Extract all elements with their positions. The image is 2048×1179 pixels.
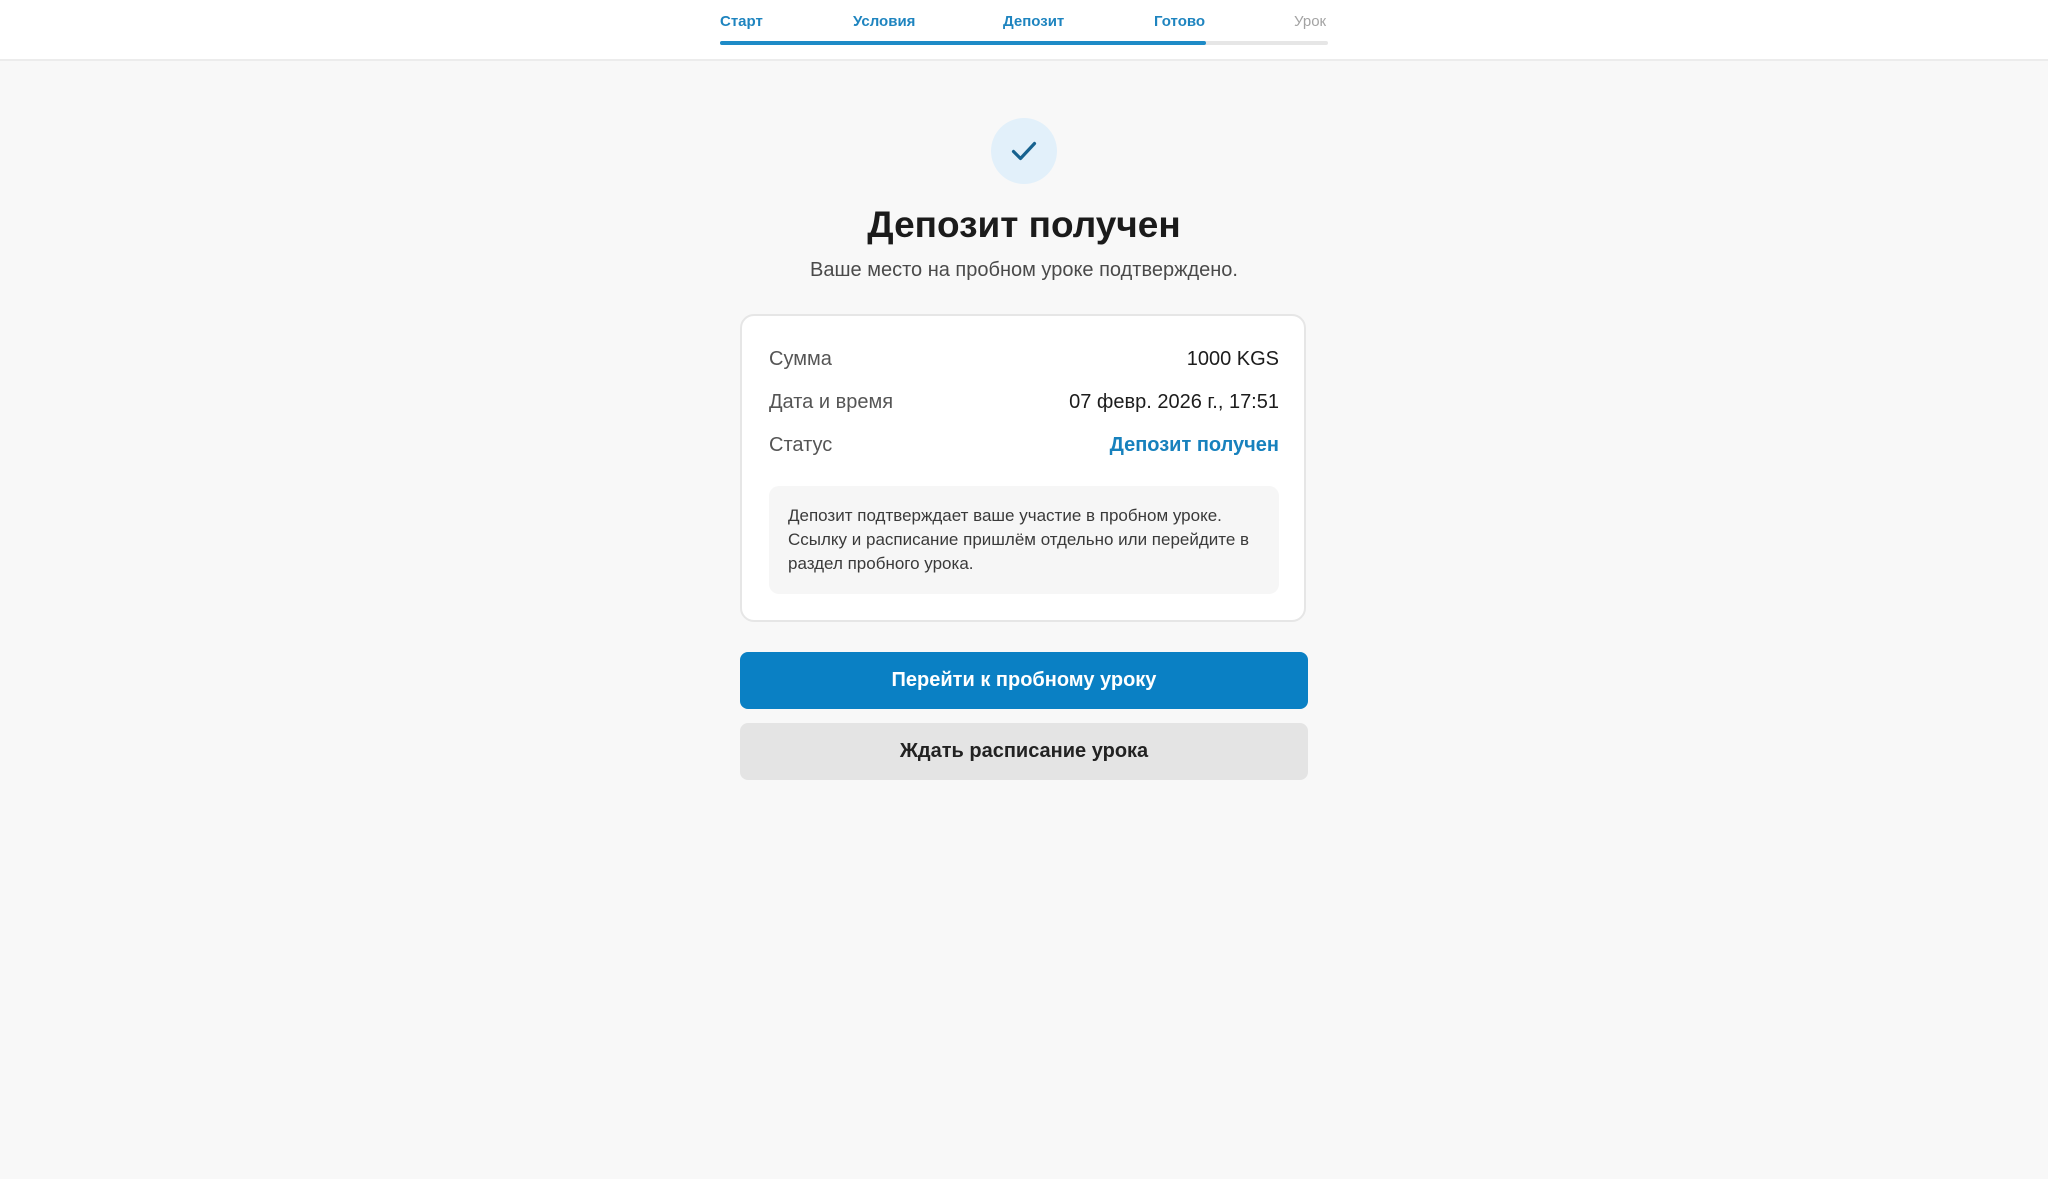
wait-schedule-button[interactable]: Ждать расписание урока: [740, 723, 1308, 780]
datetime-value: 07 февр. 2026 г., 17:51: [1069, 391, 1279, 413]
progress-header: Старт Условия Депозит Готово Урок: [0, 0, 2048, 61]
progress-fill: [720, 41, 1207, 45]
status-value: Депозит получен: [1109, 434, 1279, 456]
step-deposit: Депозит: [1003, 13, 1065, 30]
step-start: Старт: [720, 13, 763, 30]
step-done: Готово: [1154, 13, 1206, 30]
success-badge: [991, 118, 1057, 184]
status-label: Статус: [769, 434, 833, 456]
detail-row-amount: Сумма 1000 KGS: [769, 345, 1279, 373]
detail-row-status: Статус Депозит получен: [769, 431, 1279, 459]
info-note: Депозит подтверждает ваше участие в проб…: [769, 486, 1279, 594]
detail-row-datetime: Дата и время 07 февр. 2026 г., 17:51: [769, 388, 1279, 416]
deposit-details-card: Сумма 1000 KGS Дата и время 07 февр. 202…: [740, 314, 1306, 622]
amount-value: 1000 KGS: [1186, 348, 1279, 370]
stepper: Старт Условия Депозит Готово Урок: [720, 0, 1328, 59]
progress-track: [720, 41, 1328, 45]
page-title: Депозит получен: [867, 204, 1181, 245]
step-lesson: Урок: [1294, 13, 1327, 30]
go-to-trial-lesson-button[interactable]: Перейти к пробному уроку: [740, 652, 1308, 709]
step-terms: Условия: [853, 13, 916, 30]
page-subtitle: Ваше место на пробном уроке подтверждено…: [810, 259, 1238, 281]
amount-label: Сумма: [769, 348, 832, 370]
datetime-label: Дата и время: [769, 391, 894, 413]
check-icon: [1011, 141, 1037, 161]
